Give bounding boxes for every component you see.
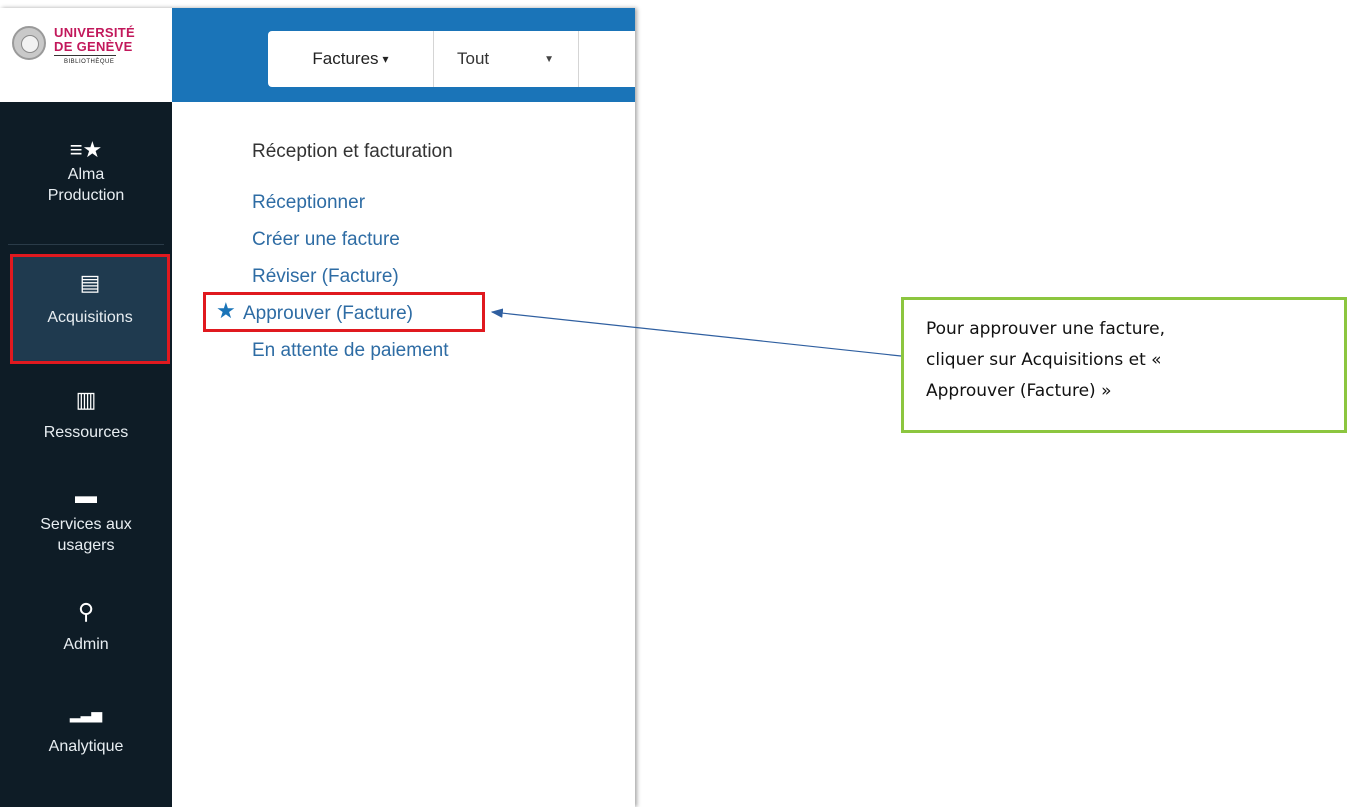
key-icon: ⚲ (77, 599, 95, 624)
menu-link-reviser-facture[interactable]: Réviser (Facture) (252, 266, 399, 288)
logo-line-1: UNIVERSITÉ (54, 25, 136, 40)
sidebar-item-label: Services aux (40, 516, 132, 533)
chevron-down-icon: ▼ (544, 53, 554, 65)
instruction-callout: Pour approuver une facture, cliquer sur … (901, 297, 1347, 433)
university-seal-icon (12, 26, 46, 60)
logo-line-3: BIBLIOTHÈQUE (64, 59, 115, 65)
sidebar-item-analytique[interactable]: ▂▃▅ Analytique (0, 700, 172, 757)
menu-link-approuver-facture[interactable]: Approuver (Facture) (243, 303, 413, 325)
callout-line-3: Approuver (Facture) » (926, 381, 1112, 401)
caret-down-icon: ▾ (382, 52, 389, 66)
menu-link-creer-facture[interactable]: Créer une facture (252, 229, 400, 251)
top-bar: Factures ▾ Tout ▼ (172, 8, 635, 102)
sidebar-item-label: Alma (67, 166, 105, 183)
abacus-icon: ▤ (79, 270, 101, 295)
sidebar-item-acquisitions[interactable]: ▤ Acquisitions (10, 254, 170, 364)
sidebar-item-alma-production[interactable]: ≡★ Alma Production (0, 136, 172, 206)
scope-dropdown-label: Factures (312, 49, 379, 68)
sidebar-item-ressources[interactable]: ▥ Ressources (0, 386, 172, 443)
sidebar-item-label: Admin (63, 636, 109, 653)
sidebar-item-services-aux-usagers[interactable]: ▬ Services aux usagers (0, 482, 172, 556)
alma-screenshot: UNIVERSITÉ DE GENÈVE BIBLIOTHÈQUE ≡★ Alm… (0, 8, 635, 807)
list-star-icon: ≡★ (69, 137, 103, 162)
bar-chart-icon: ▂▃▅ (69, 706, 103, 722)
favorite-star-icon: ★ (216, 298, 236, 323)
callout-line-2: cliquer sur Acquisitions et « (926, 350, 1162, 370)
callout-line-1: Pour approuver une facture, (926, 319, 1165, 339)
search-scope-group: Factures ▾ Tout ▼ (268, 31, 635, 87)
sidebar-item-label: Analytique (48, 738, 124, 755)
filter-dropdown-label: Tout (457, 49, 490, 68)
sidebar-divider (8, 244, 164, 245)
sidebar-item-admin[interactable]: ⚲ Admin (0, 598, 172, 655)
sidebar-item-label: Ressources (43, 424, 129, 441)
sidebar-item-label: Acquisitions (47, 309, 133, 326)
logo-line-2: DE GENÈVE (54, 39, 133, 54)
books-icon: ▥ (75, 387, 97, 412)
university-logo: UNIVERSITÉ DE GENÈVE BIBLIOTHÈQUE (0, 8, 172, 102)
menu-section-title: Réception et facturation (252, 141, 453, 162)
sidebar-item-label-2: Production (47, 187, 125, 204)
archive-box-icon: ▬ (75, 483, 97, 508)
scope-dropdown[interactable]: Factures ▾ (268, 31, 434, 87)
sidebar: UNIVERSITÉ DE GENÈVE BIBLIOTHÈQUE ≡★ Alm… (0, 8, 172, 807)
sidebar-item-label-2: usagers (57, 537, 115, 554)
menu-link-receptionner[interactable]: Réceptionner (252, 192, 365, 214)
menu-link-en-attente-paiement[interactable]: En attente de paiement (252, 340, 448, 362)
filter-dropdown[interactable]: Tout ▼ (434, 31, 579, 87)
logo-rule (54, 55, 116, 56)
